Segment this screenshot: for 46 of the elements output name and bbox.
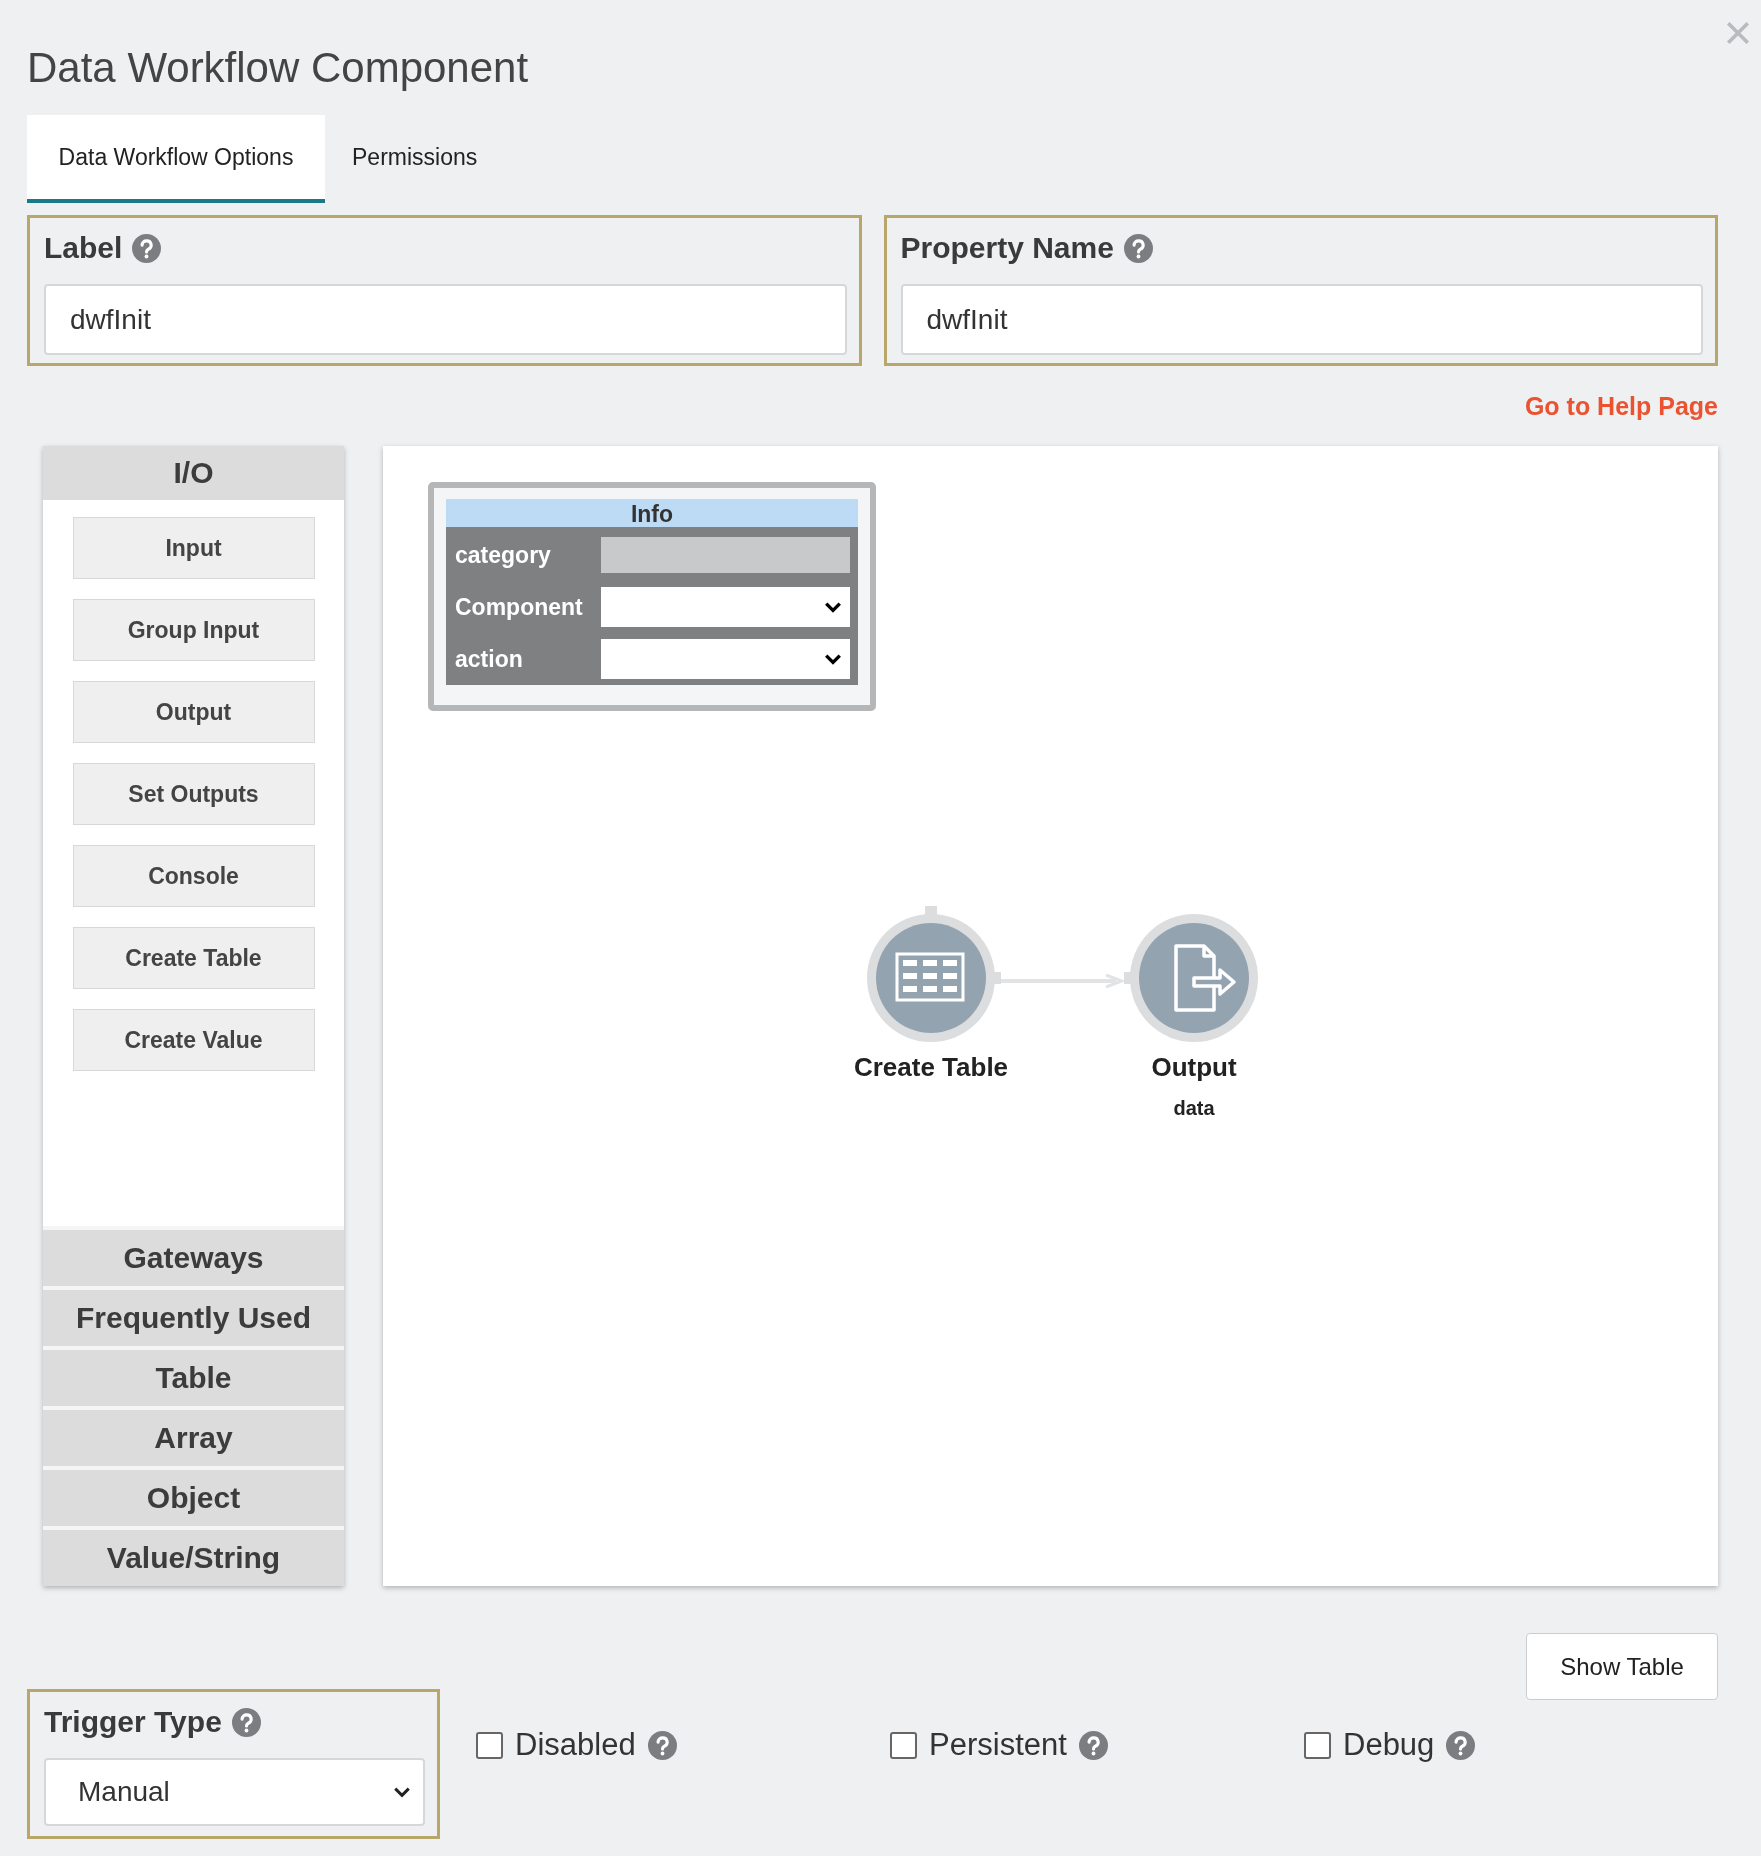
help-icon[interactable] — [1123, 233, 1153, 263]
chevron-down-icon — [393, 1786, 411, 1798]
show-table-button[interactable]: Show Table — [1526, 1633, 1718, 1700]
node-label: Create Table — [853, 1052, 1009, 1083]
dialog-title: Data Workflow Component — [27, 44, 529, 92]
trigger-type-dropdown[interactable]: Manual — [44, 1758, 425, 1826]
field-label: Trigger Type — [44, 1705, 222, 1739]
chevron-down-icon — [824, 601, 842, 613]
tab[interactable]: Permissions — [325, 115, 505, 203]
palette-item[interactable]: Console — [72, 845, 315, 907]
node-sublabel: data — [1173, 1097, 1215, 1120]
palette-item[interactable]: Group Input — [72, 599, 315, 661]
help-icon[interactable] — [1446, 1730, 1476, 1760]
checkbox-label: Disabled — [515, 1727, 636, 1763]
help-icon[interactable] — [1078, 1730, 1108, 1760]
palette-section-header[interactable]: Table — [43, 1346, 344, 1406]
input-field[interactable]: dwfInit — [44, 284, 847, 355]
checkbox-label: Debug — [1343, 1727, 1435, 1763]
info-label: Component — [455, 593, 584, 621]
help-icon[interactable] — [132, 233, 162, 263]
input-field[interactable]: dwfInit — [900, 284, 1703, 355]
chevron-down-icon — [824, 653, 842, 665]
field-label: Property Name — [900, 231, 1114, 265]
checkbox-label: Persistent — [929, 1727, 1067, 1763]
palette-section-header[interactable]: Gateways — [43, 1226, 344, 1286]
palette-section-header[interactable]: Object — [43, 1466, 344, 1526]
node-label: Output — [1151, 1052, 1237, 1083]
checkbox[interactable] — [476, 1731, 503, 1759]
palette-item[interactable]: Set Outputs — [72, 763, 315, 825]
palette-item[interactable]: Create Value — [72, 1009, 315, 1071]
palette-item[interactable]: Output — [72, 681, 315, 743]
palette-section-header[interactable]: Value/String — [43, 1526, 344, 1586]
tab[interactable]: Data Workflow Options — [27, 115, 325, 203]
field-label: Label — [44, 231, 123, 265]
help-icon[interactable] — [647, 1730, 677, 1760]
palette-section-header[interactable]: Array — [43, 1406, 344, 1466]
checkbox[interactable] — [890, 1731, 917, 1759]
info-title: Info — [446, 499, 858, 527]
palette-item[interactable]: Create Table — [72, 927, 315, 989]
help-icon[interactable] — [231, 1707, 261, 1737]
info-label: category — [455, 541, 552, 569]
palette-item[interactable]: Input — [72, 517, 315, 579]
checkbox[interactable] — [1304, 1731, 1331, 1759]
palette-section-header[interactable]: I/O — [43, 446, 344, 500]
palette-section-header[interactable]: Frequently Used — [43, 1286, 344, 1346]
info-label: action — [455, 645, 524, 673]
